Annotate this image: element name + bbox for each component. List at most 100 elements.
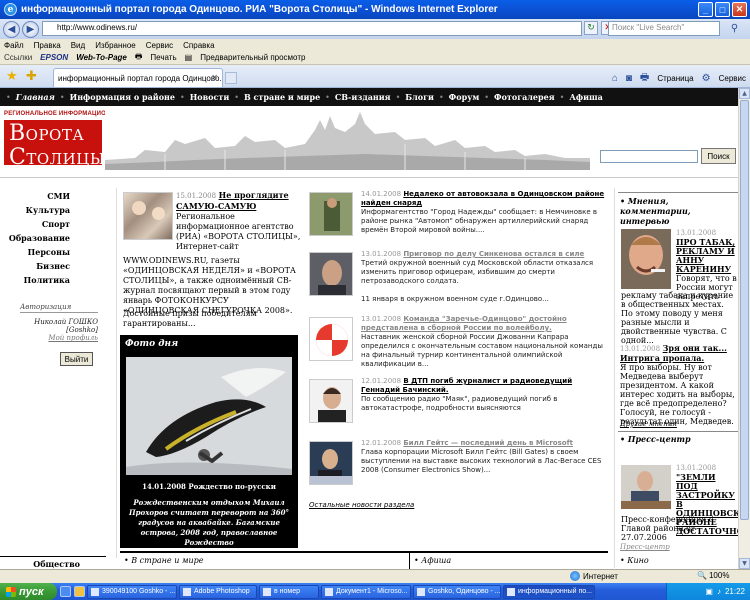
forward-button[interactable]: ▶ [22,20,39,38]
quicklaunch-ie-icon[interactable] [60,586,71,597]
tools-menu[interactable]: Сервис [719,74,746,83]
page-menu[interactable]: Страница [657,74,693,83]
city-skyline-image [105,110,590,170]
press-center-link[interactable]: Пресс-центр [620,543,670,551]
press-photo[interactable] [621,465,671,509]
tab-active[interactable]: информационный портал города Одинцово. Р… [53,68,223,87]
section-afisha-link[interactable]: • Афиша [414,556,451,565]
quicklaunch-folder-icon[interactable] [74,586,85,597]
section-world-link[interactable]: • В стране и мире [124,556,204,565]
left-nav-culture[interactable]: Культура [0,205,70,219]
taskbar-item[interactable]: в номер [259,584,319,599]
news-thumbnail[interactable] [309,192,353,236]
tray-network-icon[interactable]: ▣ [705,587,713,596]
left-nav-persons[interactable]: Персоны [0,247,70,261]
site-nav-photo[interactable]: Фотогалерея [494,92,555,102]
left-column-divider [116,188,117,558]
news-thumbnail[interactable] [309,379,353,423]
window-title-bar[interactable]: e информационный портал города Одинцово.… [0,0,750,19]
print-preview-button[interactable]: Предварительный просмотр [200,53,305,62]
site-search-input[interactable] [600,150,698,163]
tab-close-icon[interactable]: ✕ [211,73,218,82]
site-search-button[interactable]: Поиск [701,148,736,164]
taskbar-item[interactable]: Goshko, Одинцово - ... [413,584,501,599]
print-toolbar-icon[interactable]: 🖶 [640,70,649,87]
press-body: Пресс-конференция с Главой района от 27.… [621,515,714,542]
site-logo[interactable]: ВОРОТА СТОЛИЦЫ [4,120,105,169]
feature-body: WWW.ODINEWS.RU, газеты «ОДИНЦОВСКАЯ НЕДЕ… [123,256,296,315]
feature-photo[interactable] [123,192,173,240]
print-preview-icon[interactable]: ▤ [185,53,193,62]
site-nav-afisha[interactable]: Афиша [569,92,602,102]
site-nav-home[interactable]: Главная [16,92,55,102]
zoom-control[interactable]: 🔍 100% [697,571,729,580]
taskbar-item[interactable]: 390049100 Goshko - ... [87,584,177,599]
left-nav-smi[interactable]: СМИ [0,191,70,205]
maximize-button[interactable]: □ [715,2,730,17]
left-nav-society[interactable]: Общество [0,556,106,569]
internet-globe-icon [570,571,580,581]
tray-volume-icon[interactable]: ♪ [717,587,721,596]
opinion-author-photo[interactable] [621,229,671,289]
news-thumbnail[interactable] [309,317,353,361]
task-icon [91,587,99,596]
site-nav-world[interactable]: В стране и мире [244,92,320,102]
scroll-down-icon[interactable]: ▼ [739,558,750,569]
site-nav-blogs[interactable]: Блоги [405,92,434,102]
menu-view[interactable]: Вид [71,41,85,50]
left-nav-politics[interactable]: Политика [0,275,70,289]
site-nav-news[interactable]: Новости [190,92,230,102]
photo-of-day-caption: 14.01.2008 Рождество по-русски [142,482,276,491]
scroll-up-icon[interactable]: ▲ [739,88,750,99]
gear-icon[interactable]: ⚙ [702,73,711,84]
new-tab-button[interactable] [225,72,237,84]
menu-file[interactable]: Файл [4,41,24,50]
photo-of-day-image[interactable] [126,357,292,475]
back-button[interactable]: ◀ [3,20,20,38]
scrollbar-thumb[interactable] [740,100,749,520]
news-date: 12.01.2008 [361,439,402,447]
home-icon[interactable]: ⌂ [612,73,618,84]
menu-edit[interactable]: Правка [34,41,61,50]
address-toolbar: ◀ ▶ http://www.odinews.ru/ ↻ ✕ Поиск "Li… [0,19,750,39]
news-thumbnail[interactable] [309,252,353,296]
print-icon[interactable]: 🖶 [135,51,143,65]
section-cinema-link[interactable]: • Кино [620,556,649,565]
minimize-button[interactable]: _ [698,2,713,17]
my-profile-link[interactable]: Мой профиль [20,334,98,342]
search-icon[interactable]: ⚲ [722,21,747,36]
news-date: 14.01.2008 [361,190,402,198]
left-nav-education[interactable]: Образование [0,233,70,247]
add-favorites-icon[interactable]: ✚ [26,69,37,84]
site-nav-forum[interactable]: Форум [449,92,480,102]
taskbar-item[interactable]: Adobe Photoshop [179,584,257,599]
logout-button[interactable]: Выйти [60,352,93,366]
left-nav-business[interactable]: Бизнес [0,261,70,275]
opinion-title-link[interactable]: ПРО ТАБАК, РЕКЛАМУ И АННУ КАРЕНИНУ [676,237,735,274]
close-window-button[interactable]: ✕ [732,2,747,17]
links-bar: Ссылки EPSON Web-To-Page 🖶 Печать ▤ Пред… [0,51,750,65]
news-title-link[interactable]: Приговор по делу Синкенова остался в сил… [403,250,584,258]
menu-favorites[interactable]: Избранное [95,41,136,50]
vertical-scrollbar[interactable]: ▲ ▼ [738,88,750,569]
menu-help[interactable]: Справка [183,41,214,50]
favorites-star-icon[interactable]: ★ [6,69,18,84]
site-nav-sv[interactable]: СВ-издания [335,92,391,102]
site-nav-district[interactable]: Информация о районе [70,92,175,102]
print-button[interactable]: Печать [150,53,176,62]
feeds-icon[interactable]: ◙ [626,73,632,84]
other-opinions-link[interactable]: Другие мнения [620,420,677,428]
news-thumbnail[interactable] [309,441,353,485]
taskbar-item-active[interactable]: информационный по... [503,584,595,599]
live-search-input[interactable]: Поиск "Live Search" [608,21,720,36]
all-news-link[interactable]: Остальные новости раздела [309,501,414,509]
address-bar-input[interactable]: http://www.odinews.ru/ [42,21,582,36]
web-to-page-button[interactable]: Web-To-Page [76,53,127,62]
refresh-icon[interactable]: ↻ [584,21,598,35]
start-button[interactable]: пуск [0,583,57,600]
taskbar-item[interactable]: Документ1 - Microso... [321,584,411,599]
news-title-link[interactable]: Билл Гейтс — последний день в Microsoft [403,439,573,447]
menu-tools[interactable]: Сервис [146,41,173,50]
tray-clock[interactable]: 21:22 [725,587,745,596]
left-nav-sport[interactable]: Спорт [0,219,70,233]
